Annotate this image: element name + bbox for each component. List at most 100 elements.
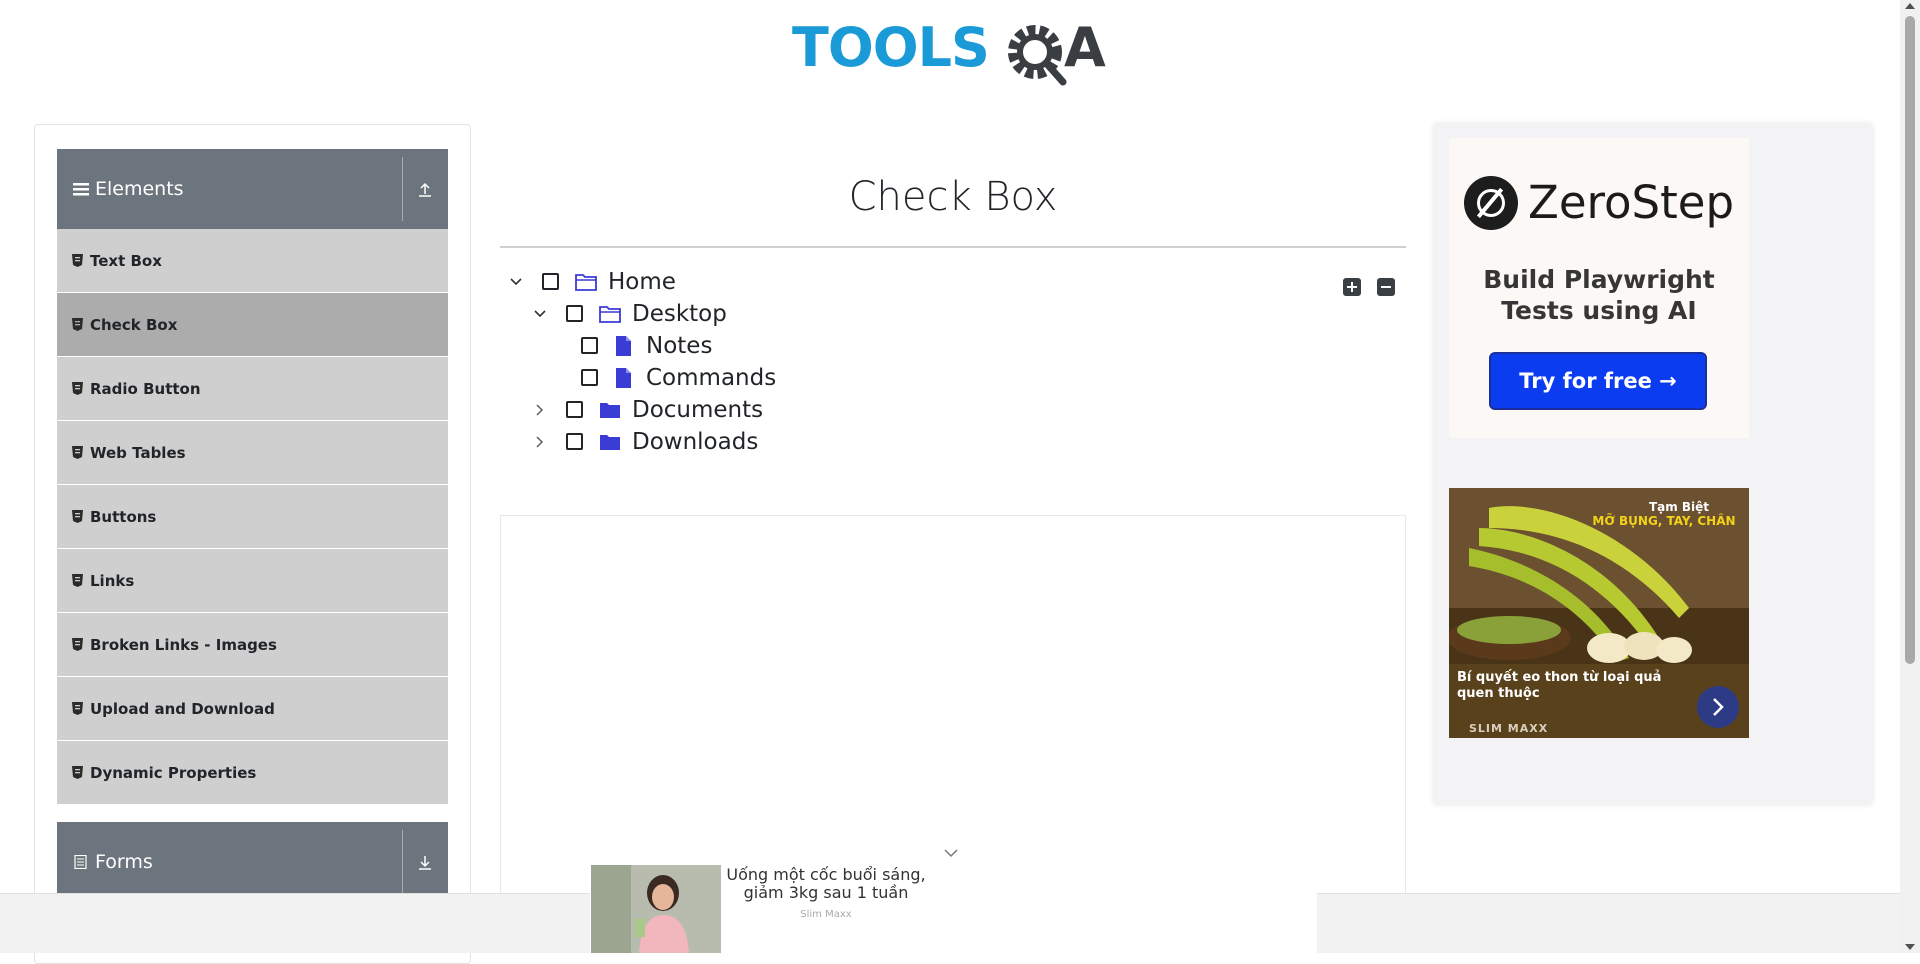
bottom-ad-brand: Slim Maxx <box>800 909 852 920</box>
sidebar-item-dynamic-properties[interactable]: Dynamic Properties <box>57 741 448 805</box>
hamburger-icon <box>73 183 89 196</box>
sidebar-item-links[interactable]: Links <box>57 549 448 613</box>
collapse-up-icon[interactable] <box>411 175 439 203</box>
html5-icon <box>72 382 83 395</box>
chevron-right-icon[interactable] <box>532 434 548 450</box>
scrollbar[interactable] <box>1900 0 1920 953</box>
tree-label-notes[interactable]: Notes <box>646 330 712 362</box>
checkbox-home[interactable] <box>542 273 559 290</box>
collapse-all-button[interactable] <box>1377 278 1395 296</box>
title-divider <box>500 246 1406 248</box>
banana-badge-line-1: Tạm Biệt <box>1648 500 1710 514</box>
checkbox-downloads[interactable] <box>566 433 583 450</box>
left-panel: Elements Text Box Check Box Radio Button… <box>34 124 471 964</box>
tree-label-documents[interactable]: Documents <box>632 394 763 426</box>
expand-down-icon[interactable] <box>411 848 439 876</box>
banana-ad[interactable]: Tạm Biệt MỠ BỤNG, TAY, CHÂN Bí quyết eo … <box>1449 488 1749 738</box>
chevron-down-icon[interactable] <box>532 306 548 322</box>
sidebar-item-web-tables[interactable]: Web Tables <box>57 421 448 485</box>
sidebar-item-label: Text Box <box>90 252 162 270</box>
sidebar-item-label: Links <box>90 572 135 590</box>
tree-label-downloads[interactable]: Downloads <box>632 426 758 458</box>
folder-icon <box>600 435 620 450</box>
sidebar-item-label: Broken Links - Images <box>90 636 277 654</box>
sidebar-item-check-box[interactable]: Check Box <box>57 293 448 357</box>
bottom-ad-image <box>591 865 721 953</box>
sidebar-item-label: Dynamic Properties <box>90 764 257 782</box>
sidebar-item-label: Upload and Download <box>90 700 275 718</box>
logo-suffix: A <box>1064 16 1106 79</box>
folder-open-icon <box>575 274 597 291</box>
header: TOOLS A <box>0 0 1900 100</box>
banana-headline: Bí quyết eo thon từ loại quả quen thuộc <box>1457 670 1662 701</box>
scrollbar-thumb[interactable] <box>1905 16 1915 664</box>
page-title: Check Box <box>848 174 1058 220</box>
zerostep-tagline-line-2: Tests using AI <box>1501 296 1697 325</box>
sidebar-item-label: Web Tables <box>90 444 186 462</box>
tree-label-desktop[interactable]: Desktop <box>632 298 727 330</box>
banana-caption: Bí quyết eo thon từ loại quả quen thuộc … <box>1449 664 1749 738</box>
file-icon <box>616 336 631 356</box>
checkbox-desktop[interactable] <box>566 305 583 322</box>
next-arrow-button[interactable] <box>1697 686 1739 728</box>
folder-icon <box>600 403 620 418</box>
logo-text: TOOLS <box>792 16 990 79</box>
chevron-right-icon <box>1713 698 1724 716</box>
minus-icon <box>1381 286 1391 288</box>
tree-node-downloads: Downloads <box>532 426 832 458</box>
zerostep-tagline-line-1: Build Playwright <box>1483 265 1715 294</box>
folder-open-icon <box>599 306 621 323</box>
html5-icon <box>72 446 83 459</box>
file-icon <box>616 368 631 388</box>
expand-all-button[interactable] <box>1343 278 1361 296</box>
sidebar-item-buttons[interactable]: Buttons <box>57 485 448 549</box>
html5-icon <box>72 574 83 587</box>
checkbox-tree: Home Desktop Notes Commands Documents Do… <box>500 266 1406 466</box>
form-icon <box>74 855 87 869</box>
tree-label-commands[interactable]: Commands <box>646 362 776 394</box>
divider <box>402 157 403 221</box>
tree-node-documents: Documents <box>532 394 832 426</box>
group-label-elements: Elements <box>95 178 184 200</box>
zerostep-tagline: Build Playwright Tests using AI <box>1449 264 1749 326</box>
checkbox-documents[interactable] <box>566 401 583 418</box>
sidebar-item-text-box[interactable]: Text Box <box>57 229 448 293</box>
zerostep-name: ZeroStep <box>1528 176 1735 229</box>
banana-brand: SLIM MAXX <box>1469 722 1549 735</box>
banana-badge-line-2: MỠ BỤNG, TAY, CHÂN <box>1592 514 1736 528</box>
sidebar-item-broken-links-images[interactable]: Broken Links - Images <box>57 613 448 677</box>
menu-list-elements: Text Box Check Box Radio Button Web Tabl… <box>57 229 448 805</box>
plus-icon-bar <box>1351 282 1353 292</box>
collapse-ad-chevron-icon[interactable] <box>941 846 961 860</box>
divider <box>402 830 403 894</box>
html5-icon <box>72 254 83 267</box>
bottom-ad-title: Uống một cốc buổi sáng, giảm 3kg sau 1 t… <box>726 865 926 902</box>
html5-icon <box>72 318 83 331</box>
zerostep-ad[interactable]: ZeroStep Build Playwright Tests using AI… <box>1449 138 1749 438</box>
right-ad-column: ZeroStep Build Playwright Tests using AI… <box>1434 124 1872 804</box>
tree-node-commands: Commands <box>581 362 881 394</box>
toolsqa-logo[interactable]: TOOLS A <box>792 14 1118 92</box>
group-header-forms[interactable]: Forms <box>57 822 448 902</box>
sidebar-item-label: Radio Button <box>90 380 201 398</box>
scroll-down-arrow-icon[interactable] <box>1905 944 1915 950</box>
group-header-elements[interactable]: Elements <box>57 149 448 229</box>
html5-icon <box>72 510 83 523</box>
checkbox-notes[interactable] <box>581 337 598 354</box>
html5-icon <box>72 702 83 715</box>
checkbox-commands[interactable] <box>581 369 598 386</box>
sidebar-item-radio-button[interactable]: Radio Button <box>57 357 448 421</box>
tree-node-home: Home <box>508 266 808 298</box>
bottom-ad[interactable]: Uống một cốc buổi sáng, giảm 3kg sau 1 t… <box>590 864 1317 953</box>
tree-node-desktop: Desktop <box>532 298 832 330</box>
chevron-down-icon[interactable] <box>508 274 524 290</box>
html5-icon <box>72 766 83 779</box>
sidebar-item-upload-and-download[interactable]: Upload and Download <box>57 677 448 741</box>
tree-label-home[interactable]: Home <box>608 266 676 298</box>
html5-icon <box>72 638 83 651</box>
try-for-free-button[interactable]: Try for free → <box>1489 352 1707 410</box>
sidebar-item-label: Check Box <box>90 316 178 334</box>
chevron-right-icon[interactable] <box>532 402 548 418</box>
scroll-up-arrow-icon[interactable] <box>1905 3 1915 9</box>
sidebar-item-label: Buttons <box>90 508 157 526</box>
